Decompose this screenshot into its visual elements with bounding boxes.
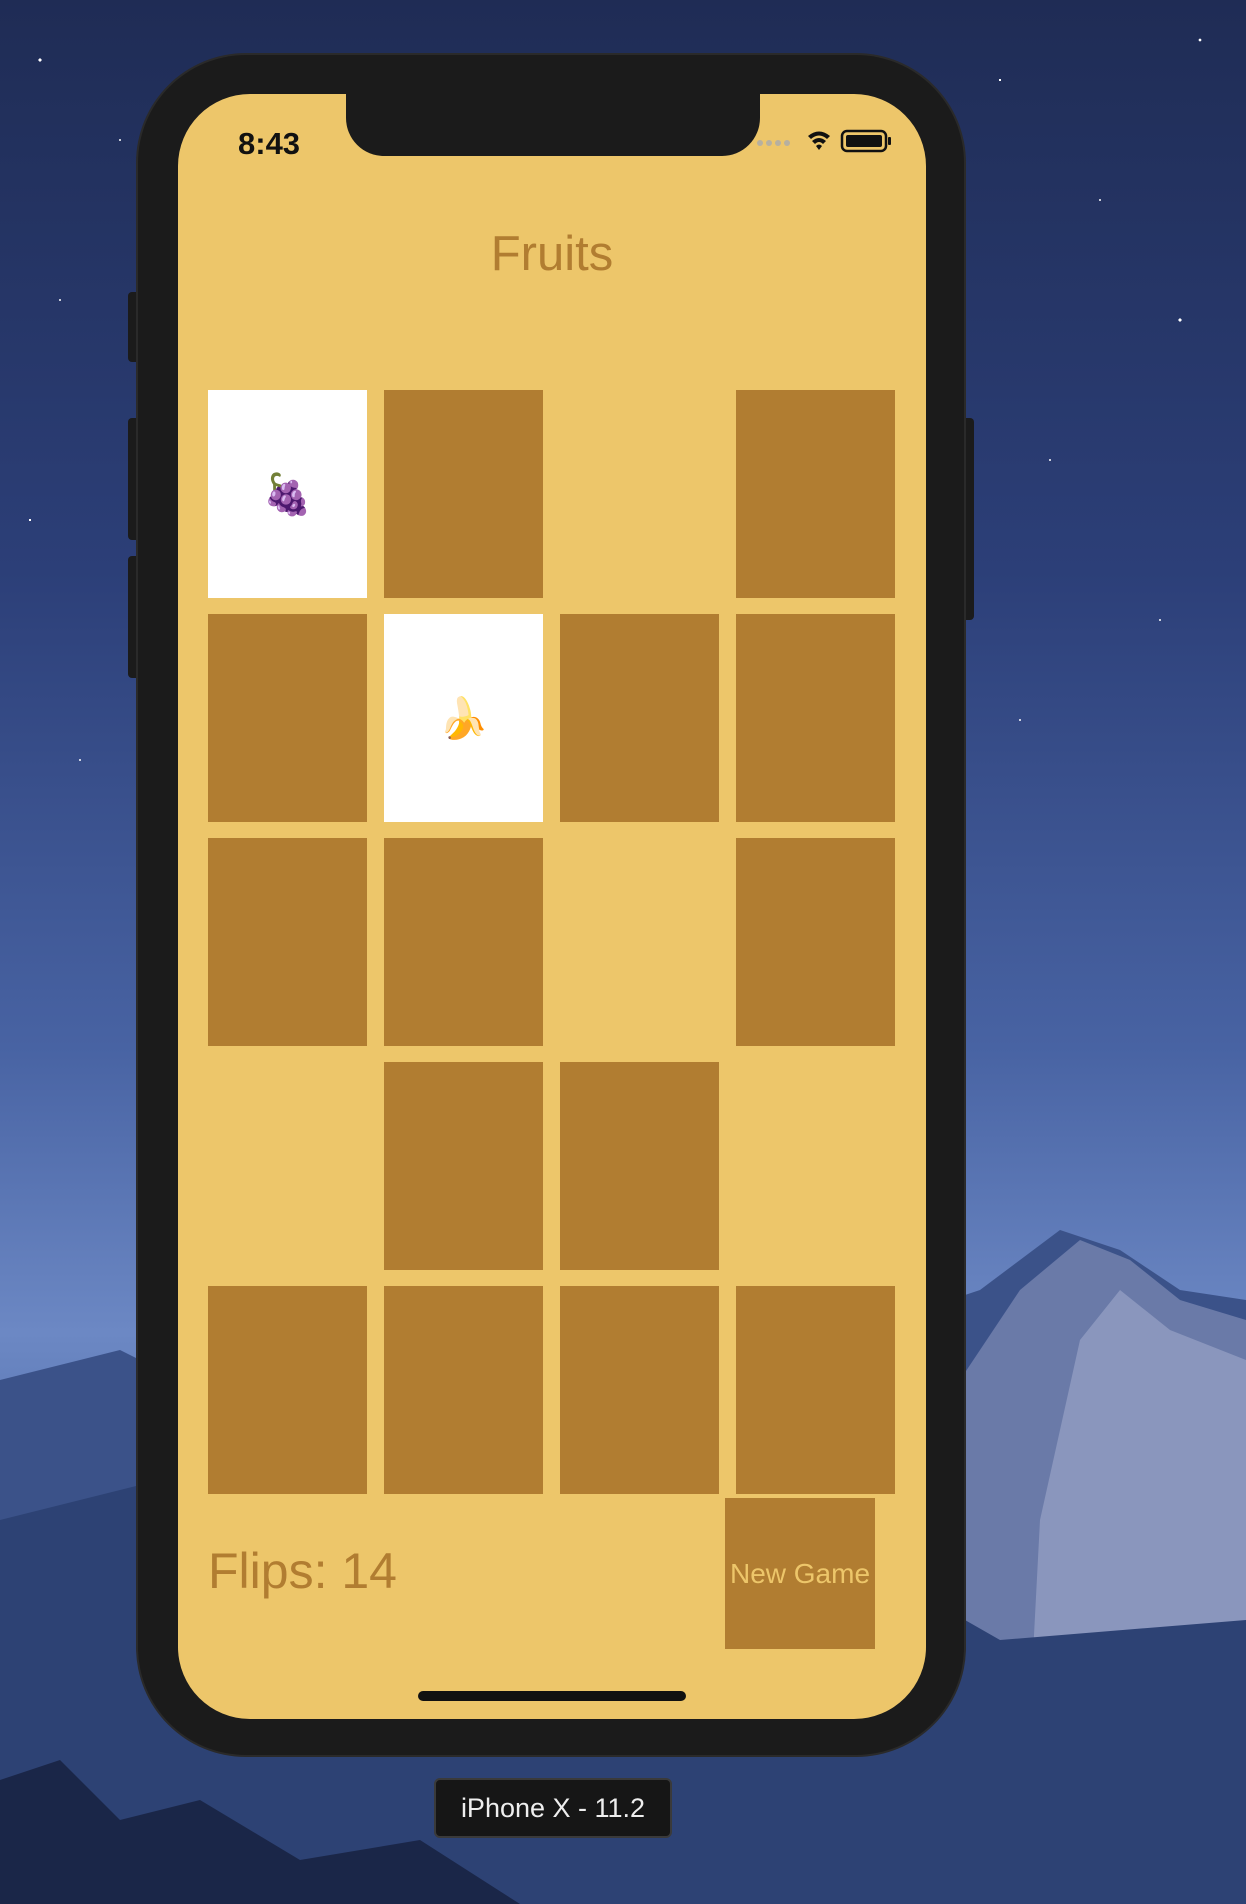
card-button[interactable] xyxy=(384,390,543,598)
app-title: Fruits xyxy=(490,227,614,281)
card-button[interactable] xyxy=(384,1286,543,1494)
device-notch xyxy=(346,94,760,156)
card-button[interactable] xyxy=(736,390,895,598)
card-button[interactable] xyxy=(736,614,895,822)
card-button[interactable]: 🍌 xyxy=(384,614,543,822)
app-screen: 8:43 Fruits 🍇 🍌 Flips: 14 New Game xyxy=(178,94,926,1719)
new-game-button[interactable]: New Game xyxy=(725,1498,875,1649)
status-icons xyxy=(756,128,896,153)
card-button[interactable] xyxy=(384,1062,543,1270)
flips-count-label: Flips: 14 xyxy=(208,1543,397,1599)
card-button xyxy=(736,1062,895,1270)
signal-dots-icon xyxy=(757,140,790,146)
card-button[interactable] xyxy=(384,838,543,1046)
card-button[interactable] xyxy=(560,1286,719,1494)
card-button[interactable] xyxy=(208,838,367,1046)
card-button[interactable] xyxy=(560,1062,719,1270)
device-frame: 8:43 Fruits 🍇 🍌 Flips: 14 New Game xyxy=(138,55,964,1755)
wifi-icon xyxy=(808,131,830,150)
simulator-device-label: iPhone X - 11.2 xyxy=(434,1778,672,1838)
card-button xyxy=(560,838,719,1046)
card-button[interactable] xyxy=(208,614,367,822)
card-button xyxy=(560,390,719,598)
card-button xyxy=(208,1062,367,1270)
card-button[interactable] xyxy=(736,838,895,1046)
battery-icon xyxy=(840,129,891,153)
status-time: 8:43 xyxy=(238,126,301,161)
card-button[interactable] xyxy=(208,1286,367,1494)
card-button[interactable] xyxy=(736,1286,895,1494)
home-indicator[interactable] xyxy=(418,1691,686,1701)
card-button[interactable]: 🍇 xyxy=(208,390,367,598)
card-button[interactable] xyxy=(560,614,719,822)
